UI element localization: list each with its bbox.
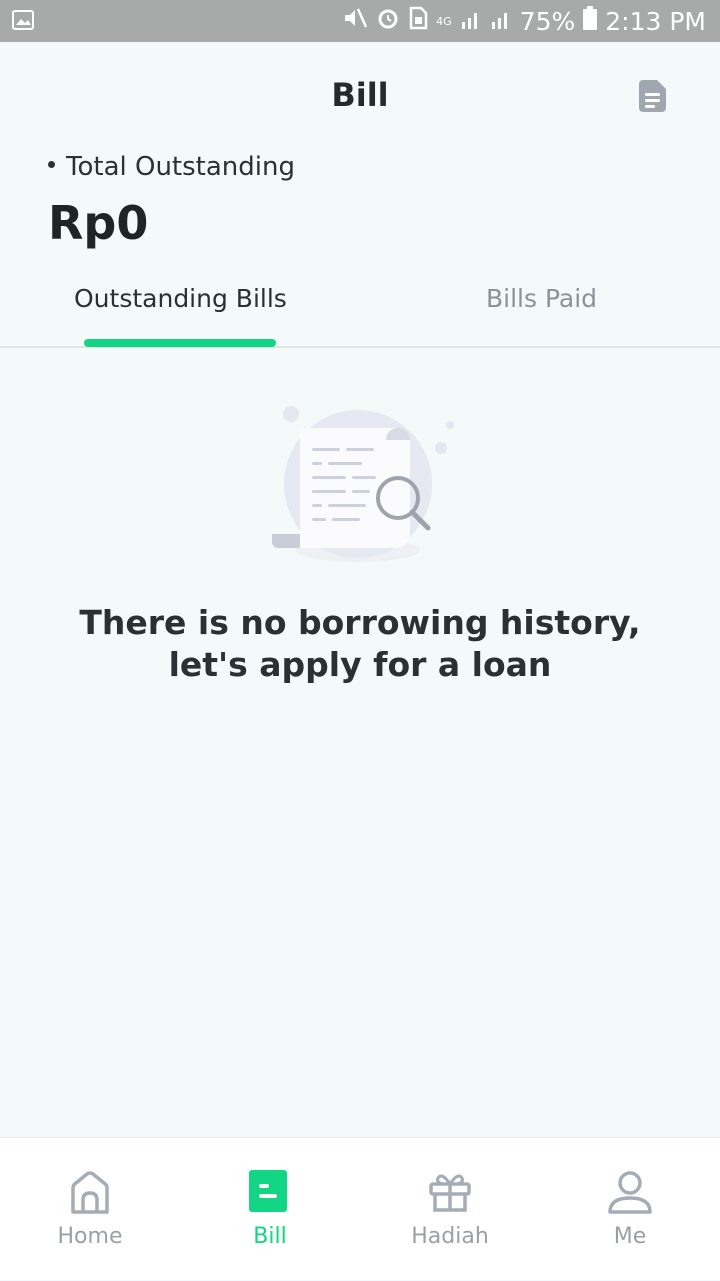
nav-label-home: Home xyxy=(57,1224,123,1249)
app-screen: Bill Total Outstanding Rp0 Outstanding B… xyxy=(0,42,720,1280)
mute-icon xyxy=(342,6,368,36)
tab-outstanding-bills[interactable]: Outstanding Bills xyxy=(74,272,287,348)
gallery-notification-icon xyxy=(12,10,34,34)
gift-icon xyxy=(427,1170,473,1216)
page-title: Bill xyxy=(331,76,389,114)
home-icon xyxy=(67,1170,113,1216)
nav-item-home[interactable]: Home xyxy=(0,1138,180,1281)
nav-item-hadiah[interactable]: Hadiah xyxy=(360,1138,540,1281)
sim-icon xyxy=(408,6,428,36)
header: Bill xyxy=(0,42,720,152)
document-search-icon xyxy=(270,402,460,592)
tab-bills-paid[interactable]: Bills Paid xyxy=(486,272,597,348)
status-bar: 4G 75% 2:13 PM xyxy=(0,0,720,42)
battery-icon xyxy=(583,6,598,36)
nav-item-me[interactable]: Me xyxy=(540,1138,720,1281)
battery-percent: 75% xyxy=(519,6,576,36)
alarm-icon xyxy=(376,6,400,36)
nav-label-hadiah: Hadiah xyxy=(411,1224,489,1249)
bill-tabs: Outstanding Bills Bills Paid xyxy=(0,272,720,348)
empty-state-message: There is no borrowing history, let's app… xyxy=(79,603,641,684)
active-tab-indicator xyxy=(84,339,276,347)
total-outstanding-text: Total Outstanding xyxy=(66,152,295,182)
profile-icon xyxy=(607,1170,653,1216)
signal-icon-2 xyxy=(490,7,512,36)
total-outstanding-amount: Rp0 xyxy=(48,196,149,250)
nav-label-me: Me xyxy=(613,1224,647,1249)
nav-item-bill[interactable]: Bill xyxy=(180,1138,360,1281)
bullet-dot xyxy=(48,160,55,168)
total-outstanding-label: Total Outstanding xyxy=(48,152,295,182)
signal-icon-1 xyxy=(460,7,482,36)
clock: 2:13 PM xyxy=(605,6,706,36)
bill-icon xyxy=(247,1170,293,1216)
nav-label-bill: Bill xyxy=(253,1224,287,1249)
document-icon[interactable] xyxy=(639,80,666,112)
bottom-navigation: Home Bill Hadiah Me xyxy=(0,1137,720,1280)
network-type-label: 4G xyxy=(436,14,452,28)
